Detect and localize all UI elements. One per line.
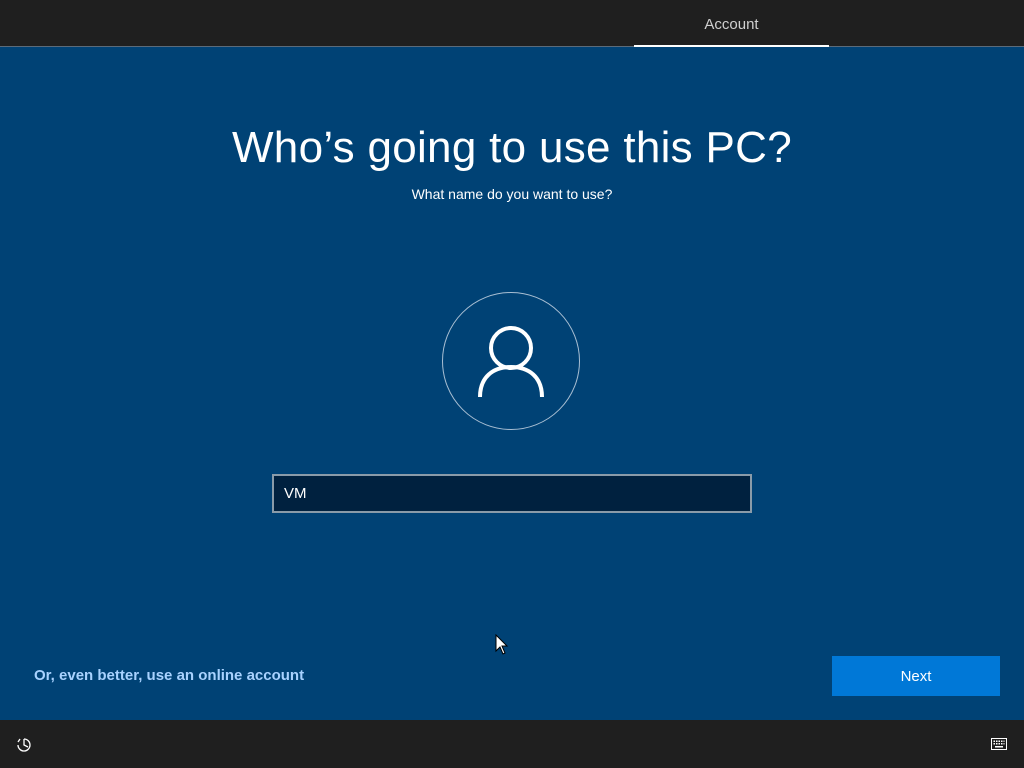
ease-of-access-icon[interactable]	[16, 737, 32, 753]
main-panel: Who’s going to use this PC? What name do…	[0, 47, 1024, 720]
keyboard-icon[interactable]	[991, 738, 1007, 750]
mouse-pointer-icon	[495, 634, 509, 655]
page-title: Who’s going to use this PC?	[231, 123, 793, 172]
top-bar: Account	[0, 0, 1024, 47]
page-subtitle: What name do you want to use?	[411, 186, 613, 202]
bottom-bar	[0, 720, 1024, 768]
online-account-link[interactable]: Or, even better, use an online account	[34, 667, 304, 684]
name-input[interactable]	[272, 474, 752, 513]
next-button[interactable]: Next	[832, 656, 1000, 696]
tab-account: Account	[704, 16, 759, 33]
avatar	[442, 292, 580, 430]
user-icon	[478, 326, 544, 397]
